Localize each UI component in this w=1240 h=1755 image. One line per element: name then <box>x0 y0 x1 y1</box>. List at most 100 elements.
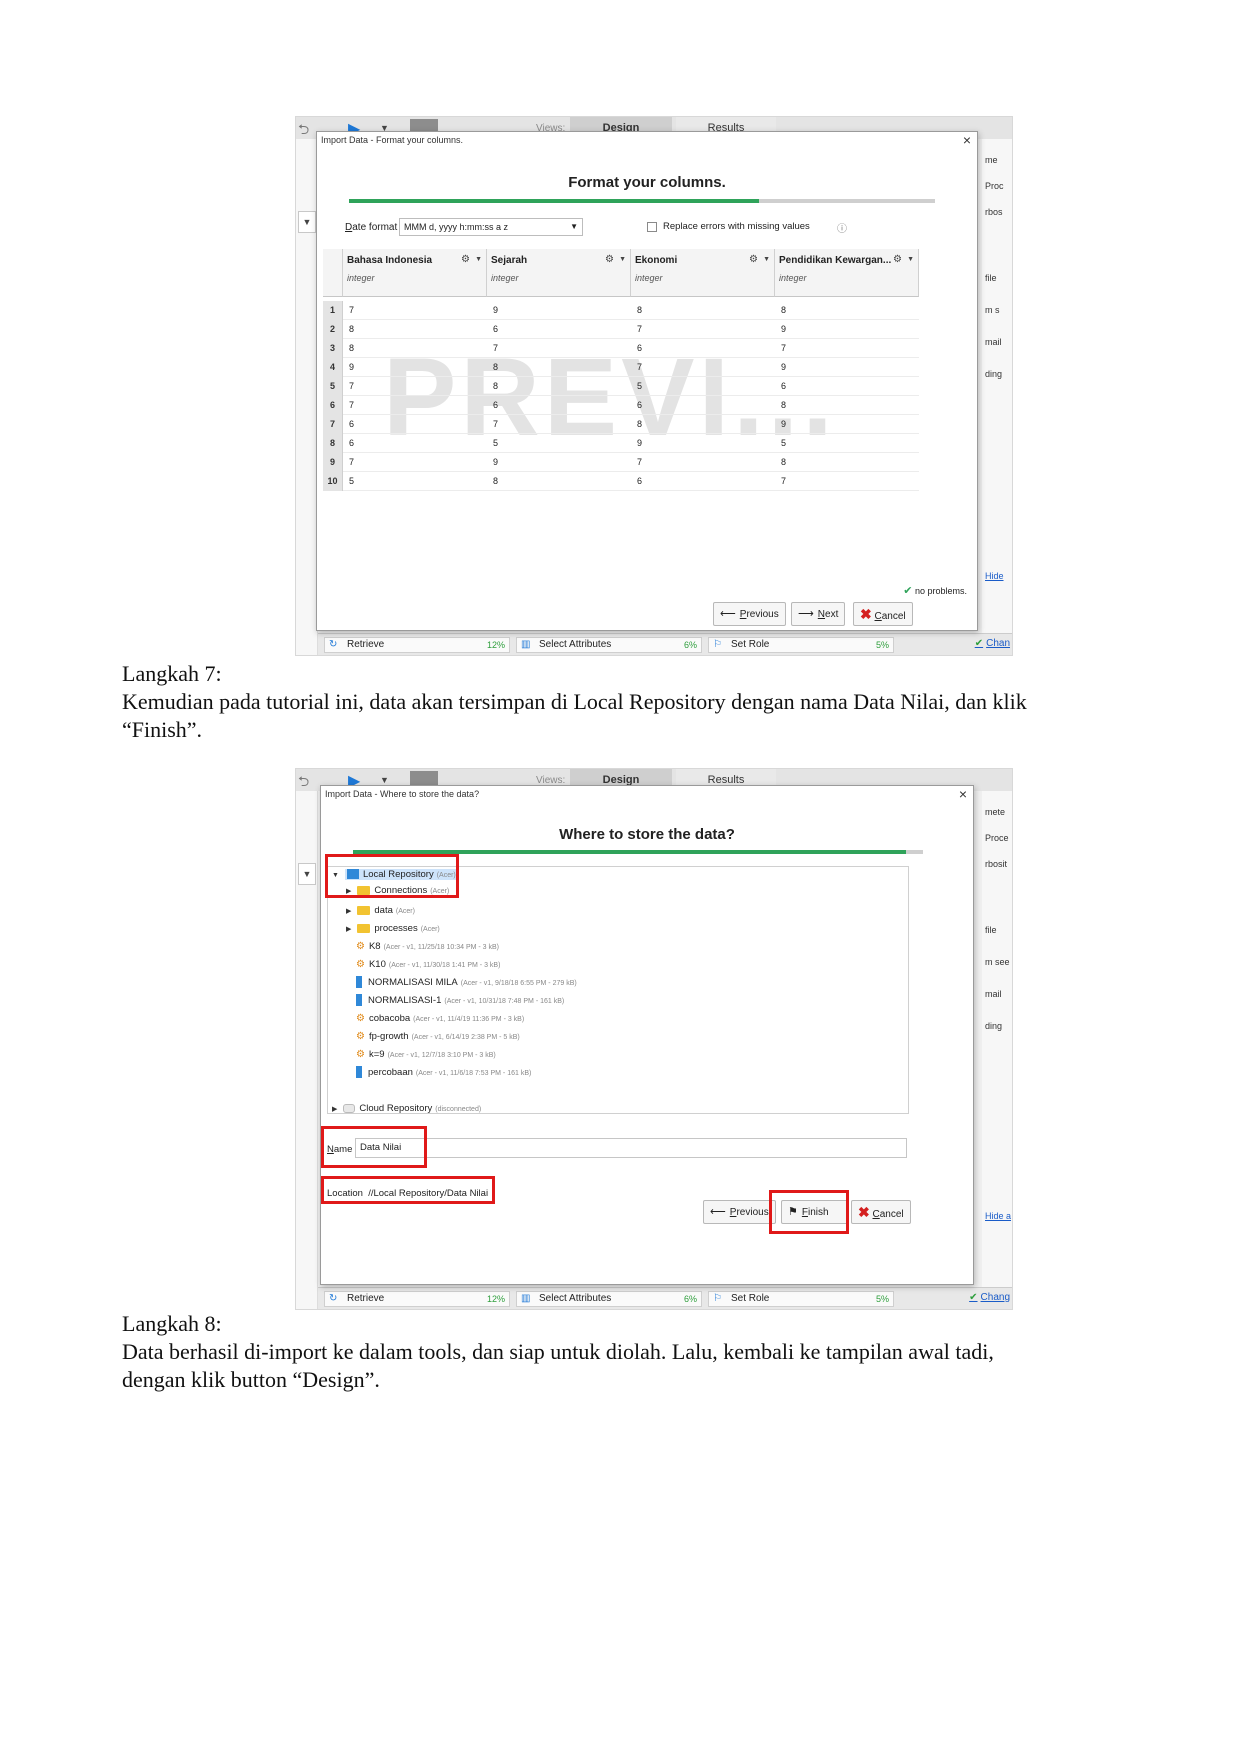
previous-button[interactable]: ⟵ Previous <box>713 602 786 626</box>
step-7-text: Langkah 7: Kemudian pada tutorial ini, d… <box>122 660 1122 744</box>
import-dialog: Import Data - Where to store the data? ×… <box>320 785 974 1285</box>
gear-icon[interactable]: ⚙ <box>893 254 902 265</box>
tree-node-label: K10 <box>368 959 386 970</box>
next-button[interactable]: ⟶ Next <box>791 602 846 626</box>
operator-select-attributes[interactable]: ▥ Select Attributes 6% <box>516 1291 702 1307</box>
change-compatibility-link[interactable]: ✔ Chang <box>969 1292 1010 1303</box>
finish-button[interactable]: ⚑ Finish <box>781 1200 849 1224</box>
tree-node-entry[interactable]: NORMALISASI MILA (Acer - v1, 9/18/18 6:55… <box>356 975 577 991</box>
folder-icon <box>357 885 371 895</box>
table-cell: 7 <box>637 457 643 467</box>
chevron-down-icon[interactable]: ▼ <box>298 211 316 233</box>
column-name: Bahasa Indonesia <box>347 255 433 266</box>
column-header[interactable]: Ekonomi integer ⚙ ▼ <box>631 249 775 297</box>
collapsed-triangle-icon: ▶ <box>332 1106 338 1113</box>
row-number: 1 <box>323 301 343 320</box>
tree-node-label: percobaan <box>368 1067 413 1078</box>
row-number: 6 <box>323 396 343 415</box>
column-header[interactable]: Sejarah integer ⚙ ▼ <box>487 249 631 297</box>
replace-errors-checkbox[interactable] <box>647 222 657 232</box>
tree-node-entry[interactable]: NORMALISASI-1 (Acer - v1, 10/31/18 7:48 P… <box>356 993 564 1009</box>
column-type: integer <box>491 273 519 283</box>
parameter-fragment: m see <box>985 957 1010 967</box>
table-row: 49879 <box>323 358 919 377</box>
tree-node-entry[interactable]: percobaan (Acer - v1, 11/6/18 7:53 PM - 1… <box>356 1065 531 1081</box>
parameters-panel: mete Proce rbosit file m see mail ding Hide a <box>982 791 1012 1309</box>
table-cell: 7 <box>349 457 355 467</box>
screenshot-store-data: ⮌ ▶ ▼ Views: Design Results ▼ mete Proce r… <box>295 768 1013 1310</box>
tree-node-meta: (Acer - v1, 11/30/18 1:41 PM - 3 kB) <box>388 962 501 969</box>
date-format-select[interactable]: MMM d, yyyy h:mm:ss a z ▼ <box>399 218 583 236</box>
column-type: integer <box>779 273 807 283</box>
tree-node-data[interactable]: ▶ data (Acer) <box>346 903 415 919</box>
table-cell: 9 <box>349 362 355 372</box>
name-input[interactable]: Data Nilai <box>355 1138 907 1158</box>
dialog-title: Import Data - Where to store the data? <box>325 789 480 799</box>
tree-node-connections[interactable]: ▶ Connections (Acer) <box>346 883 449 895</box>
gear-icon[interactable]: ⚙ <box>605 254 614 265</box>
table-cell: 8 <box>637 419 643 429</box>
tree-node-processes[interactable]: ▶ processes (Acer) <box>346 921 440 937</box>
close-icon[interactable]: × <box>963 132 971 148</box>
tree-node-entry[interactable]: ⚙ cobacoba (Acer - v1, 11/4/19 11:36 PM - … <box>356 1011 524 1027</box>
tree-node-cloud-repository[interactable]: ▶ Cloud Repository (disconnected) <box>332 1101 481 1117</box>
cancel-button[interactable]: ✖ Cancel <box>851 1200 911 1224</box>
chevron-down-icon[interactable]: ▼ <box>619 256 626 263</box>
operator-retrieve[interactable]: ↻ Retrieve 12% <box>324 1291 510 1307</box>
tree-node-local-repository[interactable]: ▼ Local Repository (Acer) <box>332 867 458 883</box>
previous-button[interactable]: ⟵ Previous <box>703 1200 776 1224</box>
chevron-down-icon[interactable]: ▼ <box>907 256 914 263</box>
hide-advanced-link[interactable]: Hide <box>985 571 1004 581</box>
collapsed-triangle-icon: ▶ <box>346 908 352 915</box>
tree-node-entry[interactable]: ⚙ k=9 (Acer - v1, 12/7/18 3:10 PM - 3 kB) <box>356 1047 496 1063</box>
column-header[interactable]: Bahasa Indonesia integer ⚙ ▼ <box>343 249 487 297</box>
undo-icon[interactable]: ⮌ <box>298 119 318 137</box>
step-8-line-1: Data berhasil di-import ke dalam tools, … <box>122 1339 994 1364</box>
checkmark-icon: ✔ <box>974 638 984 649</box>
cancel-button[interactable]: ✖ Cancel <box>853 602 913 626</box>
table-cell: 5 <box>349 476 355 486</box>
hide-advanced-link[interactable]: Hide a <box>985 1211 1011 1221</box>
tree-node-meta: (Acer - v1, 11/6/18 7:53 PM - 161 kB) <box>415 1070 532 1077</box>
table-cell: 7 <box>637 362 643 372</box>
operator-icon: ⚐ <box>713 639 722 650</box>
parameters-panel: me Proc rbos file m s mail ding Hide <box>982 139 1012 655</box>
operator-select-attributes[interactable]: ▥ Select Attributes 6% <box>516 637 702 653</box>
undo-icon[interactable]: ⮌ <box>298 771 318 789</box>
operator-set-role[interactable]: ⚐ Set Role 5% <box>708 1291 894 1307</box>
table-cell: 8 <box>493 381 499 391</box>
tree-node-entry[interactable]: ⚙ fp-growth (Acer - v1, 6/14/19 2:38 PM - … <box>356 1029 520 1045</box>
name-label: Name <box>327 1144 353 1155</box>
info-icon[interactable]: ⓘ <box>837 220 847 235</box>
tree-node-label: NORMALISASI-1 <box>368 995 442 1006</box>
cancel-icon: ✖ <box>860 606 872 622</box>
gear-icon[interactable]: ⚙ <box>461 254 470 265</box>
date-format-value: MMM d, yyyy h:mm:ss a z <box>404 222 509 232</box>
location-label: Location <box>327 1188 363 1199</box>
tree-node-meta: (disconnected) <box>435 1106 482 1113</box>
tree-node-entry[interactable]: ⚙ K10 (Acer - v1, 11/30/18 1:41 PM - 3 kB) <box>356 957 500 973</box>
table-cell: 8 <box>349 343 355 353</box>
tree-node-meta: (Acer - v1, 11/25/18 10:34 PM - 3 kB) <box>383 944 500 951</box>
table-cell: 9 <box>781 324 787 334</box>
tree-node-entry[interactable]: ⚙ K8 (Acer - v1, 11/25/18 10:34 PM - 3 kB) <box>356 939 499 955</box>
chevron-down-icon[interactable]: ▼ <box>475 256 482 263</box>
column-header[interactable]: Pendidikan Kewargan... integer ⚙ ▼ <box>775 249 919 297</box>
chevron-down-icon: ▼ <box>570 222 578 231</box>
operator-set-role[interactable]: ⚐ Set Role 5% <box>708 637 894 653</box>
import-dialog: Import Data - Format your columns. × For… <box>316 131 978 631</box>
chevron-down-icon[interactable]: ▼ <box>763 256 770 263</box>
change-compatibility-link[interactable]: ✔ Chan <box>975 638 1010 649</box>
tree-node-label: Cloud Repository <box>359 1103 433 1114</box>
date-format-label: Date format <box>345 222 398 233</box>
wizard-progress-fill <box>353 850 906 854</box>
run-dropdown-icon[interactable]: ▼ <box>380 775 389 785</box>
tree-node-label: k=9 <box>368 1049 385 1060</box>
table-cell: 9 <box>493 305 499 315</box>
gear-icon[interactable]: ⚙ <box>749 254 758 265</box>
operator-usage: 6% <box>683 640 697 650</box>
close-icon[interactable]: × <box>959 786 967 802</box>
operator-retrieve[interactable]: ↻ Retrieve 12% <box>324 637 510 653</box>
parameter-fragment: file <box>985 925 997 935</box>
chevron-down-icon[interactable]: ▼ <box>298 863 316 885</box>
